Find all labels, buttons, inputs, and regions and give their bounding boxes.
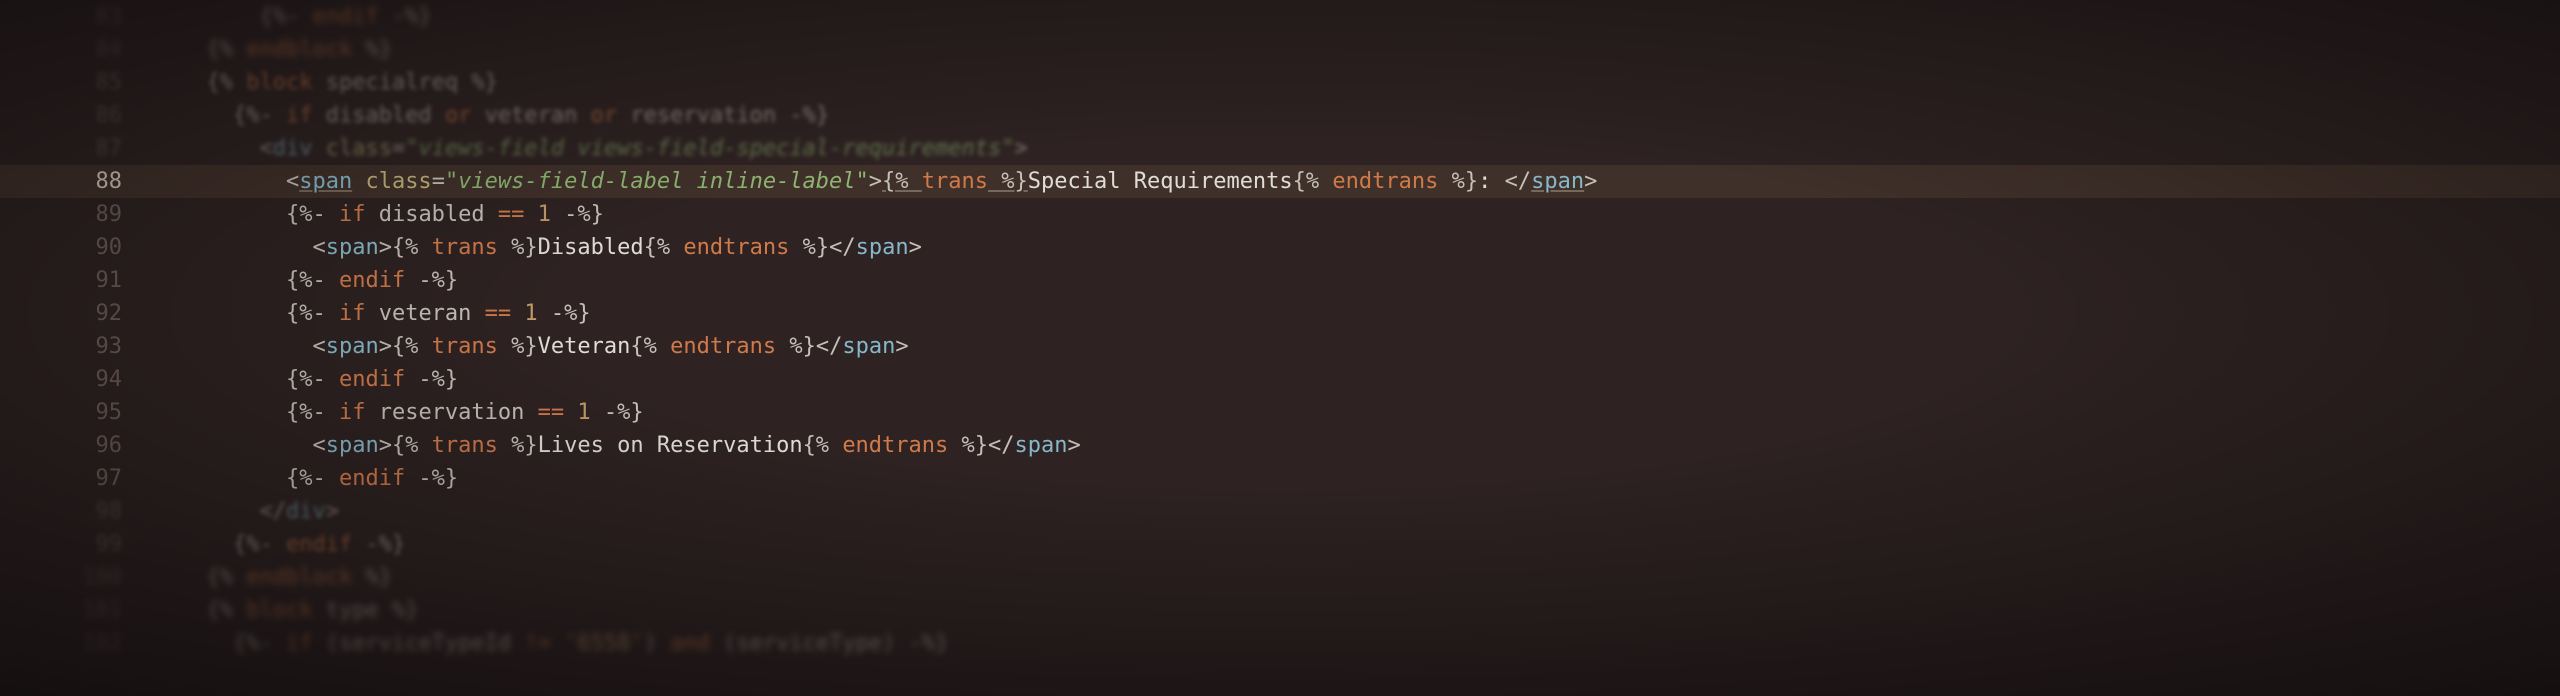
code-editor[interactable]: 83 84 85 86 87 88 89 90 91 92 93 94 95 9… bbox=[0, 0, 2560, 696]
code-line[interactable]: {% endblock %} bbox=[180, 561, 2560, 594]
code-line[interactable]: {%- if veteran == 1 -%} bbox=[180, 297, 2560, 330]
line-number: 86 bbox=[0, 99, 140, 132]
line-number: 96 bbox=[0, 429, 140, 462]
code-line[interactable]: {%- endif -%} bbox=[180, 528, 2560, 561]
line-number: 95 bbox=[0, 396, 140, 429]
line-number: 87 bbox=[0, 132, 140, 165]
code-area[interactable]: {%- endif -%} {% endblock %} {% block sp… bbox=[180, 0, 2560, 660]
code-line[interactable]: {% block type %} bbox=[180, 594, 2560, 627]
code-line[interactable]: <span>{% trans %}Lives on Reservation{% … bbox=[180, 429, 2560, 462]
line-number: 93 bbox=[0, 330, 140, 363]
line-number: 83 bbox=[0, 0, 140, 33]
code-line[interactable]: <span>{% trans %}Veteran{% endtrans %}</… bbox=[180, 330, 2560, 363]
code-line[interactable]: {%- if (serviceTypeId != '6558') and (se… bbox=[180, 627, 2560, 660]
line-number: 99 bbox=[0, 528, 140, 561]
line-number: 100 bbox=[0, 561, 140, 594]
line-number-current: 88 bbox=[0, 165, 140, 198]
code-line[interactable]: <div class="views-field views-field-spec… bbox=[180, 132, 2560, 165]
code-line-current[interactable]: <span class="views-field-label inline-la… bbox=[180, 165, 2560, 198]
line-number: 97 bbox=[0, 462, 140, 495]
code-line[interactable]: <span>{% trans %}Disabled{% endtrans %}<… bbox=[180, 231, 2560, 264]
code-line[interactable]: {%- if disabled == 1 -%} bbox=[180, 198, 2560, 231]
code-line[interactable]: {%- endif -%} bbox=[180, 462, 2560, 495]
line-number: 84 bbox=[0, 33, 140, 66]
code-line[interactable]: {%- endif -%} bbox=[180, 363, 2560, 396]
line-number-gutter: 83 84 85 86 87 88 89 90 91 92 93 94 95 9… bbox=[0, 0, 140, 696]
line-number: 92 bbox=[0, 297, 140, 330]
code-line[interactable]: {%- if disabled or veteran or reservatio… bbox=[180, 99, 2560, 132]
code-line[interactable]: {% block specialreq %} bbox=[180, 66, 2560, 99]
line-number: 102 bbox=[0, 627, 140, 660]
line-number: 91 bbox=[0, 264, 140, 297]
line-number: 90 bbox=[0, 231, 140, 264]
line-number: 89 bbox=[0, 198, 140, 231]
line-number: 85 bbox=[0, 66, 140, 99]
code-line[interactable]: {%- endif -%} bbox=[180, 264, 2560, 297]
line-number: 94 bbox=[0, 363, 140, 396]
code-line[interactable]: {%- if reservation == 1 -%} bbox=[180, 396, 2560, 429]
line-number: 98 bbox=[0, 495, 140, 528]
code-line[interactable]: {% endblock %} bbox=[180, 33, 2560, 66]
code-line[interactable]: {%- endif -%} bbox=[180, 0, 2560, 33]
line-number: 101 bbox=[0, 594, 140, 627]
code-line[interactable]: </div> bbox=[180, 495, 2560, 528]
